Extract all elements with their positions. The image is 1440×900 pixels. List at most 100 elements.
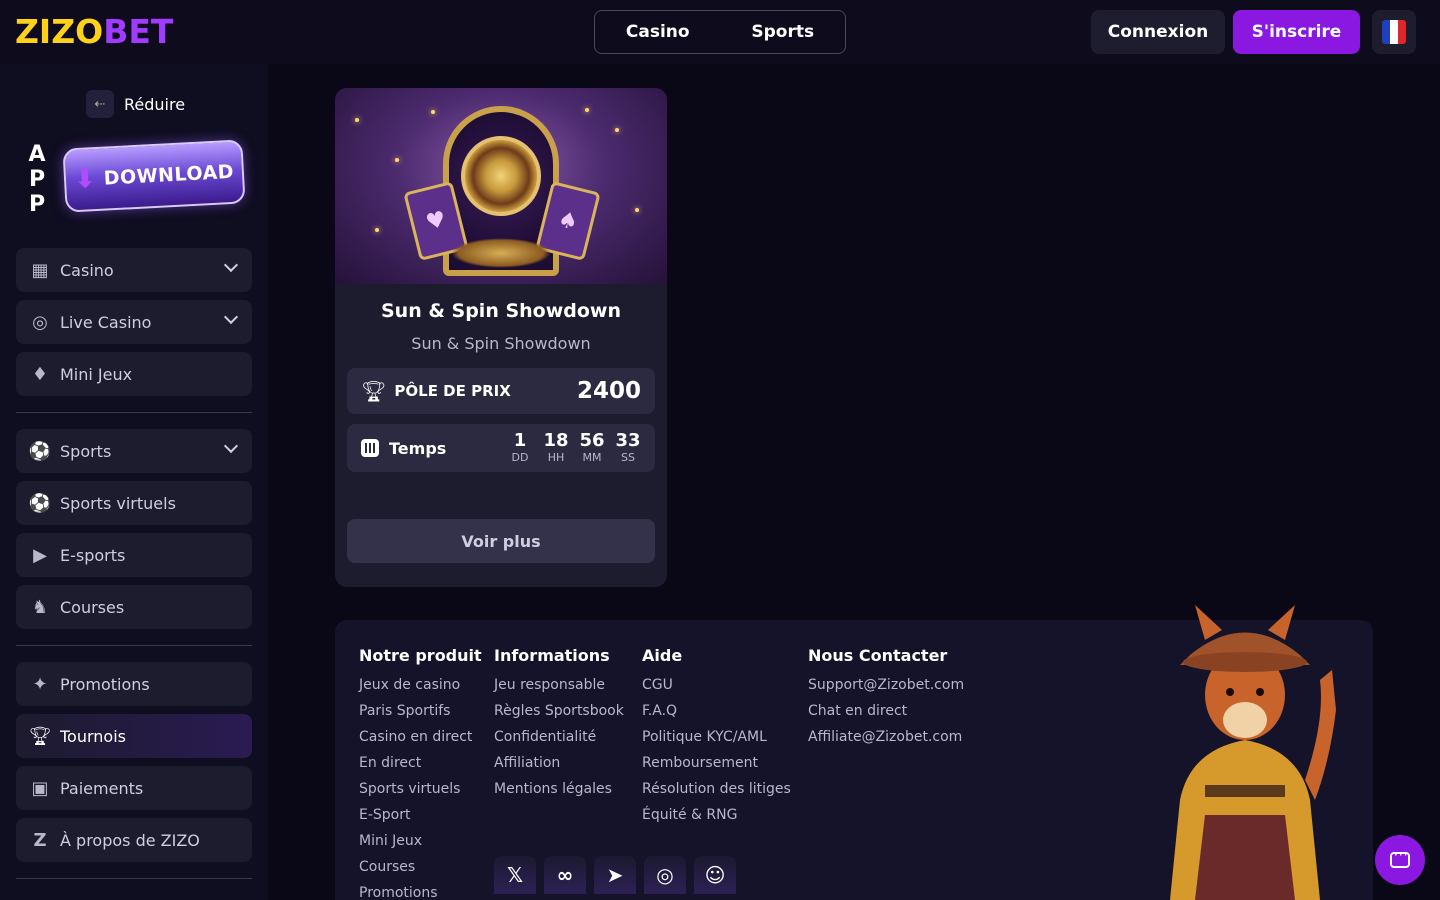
footer-column-title: Nous Contacter (808, 646, 948, 665)
footer-link[interactable]: Jeu responsable (494, 674, 624, 700)
footer-link[interactable]: E-Sport (359, 804, 482, 830)
time-label: Temps (389, 438, 447, 458)
footer-link[interactable]: Paris Sportifs (359, 700, 482, 726)
sidebar-item-paiements[interactable]: ▣ Paiements (16, 766, 252, 810)
calendar-icon (361, 439, 379, 457)
collapse-icon: ⇠ (86, 90, 114, 118)
sidebar-divider (16, 878, 252, 879)
tab-sports[interactable]: Sports (733, 22, 832, 42)
countdown-row: Temps 1 DD 18 HH 56 MM 33 SS (347, 424, 655, 472)
sidebar-item-label: Mini Jeux (60, 364, 133, 384)
instagram-icon[interactable]: ◎ (644, 856, 686, 894)
countdown-minutes: 56 MM (579, 431, 605, 465)
prize-pool-label: PÔLE DE PRIX (394, 382, 511, 400)
sidebar-item-tournois[interactable]: 🏆︎ Tournois (16, 714, 252, 758)
footer-link[interactable]: Remboursement (642, 752, 791, 778)
fox-mascot-illustration (1170, 605, 1336, 900)
footer-link[interactable]: Jeux de casino (359, 674, 482, 700)
countdown-seconds-value: 33 (615, 430, 641, 451)
sidebar-item-label: Casino (60, 260, 114, 280)
countdown: 1 DD 18 HH 56 MM 33 SS (507, 431, 641, 465)
logo-bet-text: BET (103, 12, 174, 51)
top-header: ZIZO BET Casino Sports Connexion S'inscr… (0, 0, 1440, 64)
countdown-hours-unit: HH (547, 451, 565, 464)
sidebar-item-label: Sports (60, 441, 112, 461)
sidebar-item-label: Live Casino (60, 312, 152, 332)
countdown-days-unit: DD (511, 451, 529, 464)
soccer-ball-icon: ⚽ (28, 440, 52, 462)
footer-link[interactable]: Chat en direct (808, 700, 964, 726)
footer-link[interactable]: Courses (359, 856, 482, 882)
tournament-title: Sun & Spin Showdown (380, 300, 622, 322)
trophy-icon: 🏆︎ (361, 379, 387, 403)
footer-link[interactable]: Affiliation (494, 752, 624, 778)
footer-link[interactable]: Mentions légales (494, 778, 624, 804)
countdown-minutes-value: 56 (579, 430, 605, 451)
app-letter-a: A (28, 142, 46, 167)
france-flag-icon (1382, 20, 1406, 44)
footer-column-aide: Aide CGU F.A.Q Politique KYC/AML Rembour… (642, 646, 791, 830)
sidebar-item-promotions[interactable]: ✦ Promotions (16, 662, 252, 706)
sidebar-item-label: E-sports (60, 545, 126, 565)
countdown-seconds: 33 SS (615, 431, 641, 465)
sidebar-item-label: À propos de ZIZO (60, 830, 200, 850)
meta-icon[interactable]: ∞ (544, 856, 586, 894)
download-app-button[interactable]: ⬇ DOWNLOAD (62, 139, 246, 213)
footer-link[interactable]: Résolution des litiges (642, 778, 791, 804)
footer-link[interactable]: Promotions (359, 882, 482, 900)
discord-icon[interactable]: ☺ (694, 856, 736, 894)
social-links: 𝕏 ∞ ➤ ◎ ☺ (494, 856, 736, 894)
tab-casino[interactable]: Casino (608, 22, 708, 42)
footer-column-product: Notre produit Jeux de casino Paris Sport… (359, 646, 482, 900)
countdown-hours: 18 HH (543, 431, 569, 465)
footer-column-title: Notre produit (359, 646, 482, 665)
sidebar-item-sports-virtuels[interactable]: ⚽ Sports virtuels (16, 481, 252, 525)
countdown-hours-value: 18 (543, 430, 569, 451)
footer-column-title: Aide (642, 646, 683, 665)
countdown-minutes-unit: MM (582, 451, 602, 464)
sidebar-item-live-casino[interactable]: ◎ Live Casino (16, 300, 252, 344)
virtual-ball-icon: ⚽ (28, 492, 52, 514)
telegram-icon[interactable]: ➤ (594, 856, 636, 894)
tournament-banner-image: ♥ ♠ (335, 88, 667, 284)
sidebar-item-casino[interactable]: ▦ Casino (16, 248, 252, 292)
signup-button[interactable]: S'inscrire (1233, 10, 1360, 54)
footer-column-informations: Informations Jeu responsable Règles Spor… (494, 646, 624, 804)
footer-link[interactable]: En direct (359, 752, 482, 778)
sidebar-item-sports[interactable]: ⚽ Sports (16, 429, 252, 473)
countdown-days: 1 DD (507, 431, 533, 465)
footer-link[interactable]: CGU (642, 674, 791, 700)
roulette-icon: ◎ (32, 311, 48, 333)
app-letter-p2: P (28, 192, 46, 217)
footer-link[interactable]: Support@Zizobet.com (808, 674, 964, 700)
footer-link[interactable]: F.A.Q (642, 700, 791, 726)
footer-link[interactable]: Équité & RNG (642, 804, 791, 830)
horse-icon: ♞ (31, 596, 49, 618)
language-button[interactable] (1372, 10, 1416, 54)
sidebar-item-mini-jeux[interactable]: ♦ Mini Jeux (16, 352, 252, 396)
live-chat-button[interactable] (1375, 835, 1425, 885)
footer-link[interactable]: Mini Jeux (359, 830, 482, 856)
sidebar-item-label: Sports virtuels (60, 493, 176, 513)
zizobet-logo[interactable]: ZIZO BET (15, 14, 173, 50)
sidebar-item-about[interactable]: Z À propos de ZIZO (16, 818, 252, 862)
sidebar-item-courses[interactable]: ♞ Courses (16, 585, 252, 629)
play-icon: ▶ (33, 544, 47, 566)
x-icon[interactable]: 𝕏 (494, 856, 536, 894)
zizo-z-icon: Z (33, 829, 47, 851)
footer-link[interactable]: Politique KYC/AML (642, 726, 791, 752)
login-button[interactable]: Connexion (1091, 10, 1225, 54)
footer-link[interactable]: Affiliate@Zizobet.com (808, 726, 964, 752)
footer-link[interactable]: Casino en direct (359, 726, 482, 752)
trophy-icon: 🏆︎ (28, 725, 52, 747)
collapse-sidebar-button[interactable]: ⇠ Réduire (86, 90, 185, 118)
see-more-button[interactable]: Voir plus (347, 519, 655, 563)
app-letter-p1: P (28, 167, 46, 192)
diamond-icon: ♦ (31, 363, 49, 385)
download-arrow-icon: ⬇ (73, 164, 97, 196)
footer-link[interactable]: Confidentialité (494, 726, 624, 752)
footer-link[interactable]: Règles Sportsbook (494, 700, 624, 726)
sidebar-item-esports[interactable]: ▶ E-sports (16, 533, 252, 577)
footer-link[interactable]: Sports virtuels (359, 778, 482, 804)
chevron-down-icon (223, 309, 239, 325)
